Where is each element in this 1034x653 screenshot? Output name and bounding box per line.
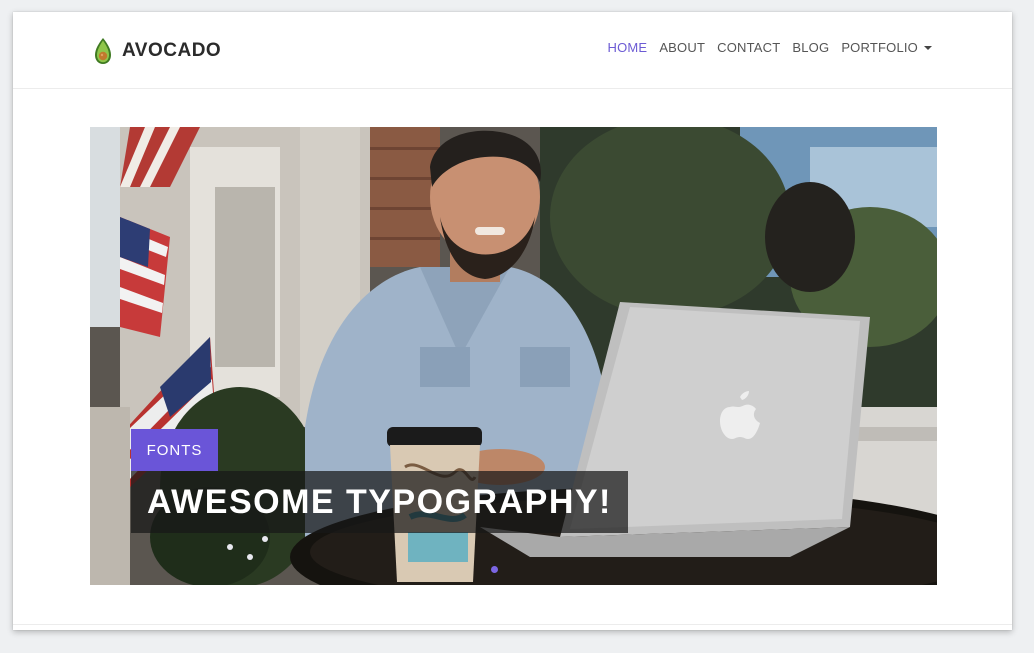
hero-title-text: AWESOME TYPOGRAPHY! (147, 483, 612, 521)
navbar: AVOCADO HOME ABOUT CONTACT BLOG PORTFOLI… (13, 12, 1012, 89)
nav-item-blog[interactable]: BLOG (792, 40, 829, 55)
carousel-indicators (491, 566, 498, 573)
divider (13, 624, 1012, 625)
nav-item-label: HOME (607, 40, 648, 55)
hero-carousel[interactable]: FONTS AWESOME TYPOGRAPHY! (90, 127, 937, 585)
nav-item-home[interactable]: HOME (608, 40, 648, 55)
browser-window: AVOCADO HOME ABOUT CONTACT BLOG PORTFOLI… (13, 12, 1012, 630)
carousel-indicator-1[interactable] (491, 566, 498, 573)
nav-item-portfolio-dropdown[interactable]: PORTFOLIO (841, 40, 932, 55)
nav-item-label: PORTFOLIO (841, 40, 918, 55)
brand-link[interactable]: AVOCADO (93, 36, 221, 66)
nav-item-about[interactable]: ABOUT (659, 40, 705, 55)
caret-down-icon (924, 46, 932, 50)
category-badge[interactable]: FONTS (131, 429, 218, 471)
nav-item-label: ABOUT (659, 40, 706, 55)
nav-item-label: CONTACT (717, 40, 781, 55)
main-nav: HOME ABOUT CONTACT BLOG PORTFOLIO (596, 40, 932, 55)
category-badge-label: FONTS (146, 441, 203, 459)
nav-item-label: BLOG (792, 40, 830, 55)
hero-title: AWESOME TYPOGRAPHY! (131, 471, 628, 533)
nav-item-contact[interactable]: CONTACT (717, 40, 780, 55)
avocado-icon (95, 38, 111, 64)
brand-name: AVOCADO (122, 40, 222, 61)
